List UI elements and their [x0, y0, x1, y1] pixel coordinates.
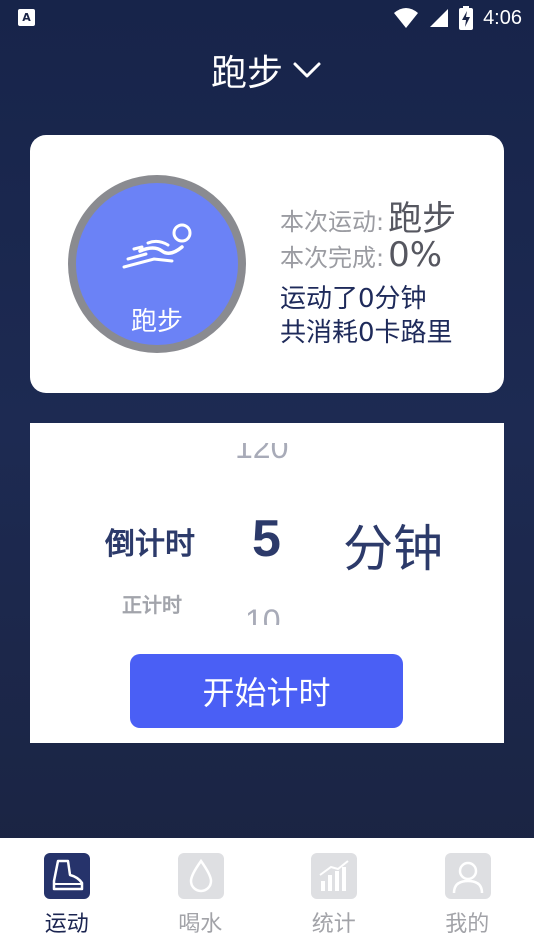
- mode-option-countup[interactable]: 正计时: [122, 589, 182, 618]
- ring-center: 跑步: [76, 183, 238, 345]
- status-right: 4:06: [393, 6, 522, 30]
- complete-value: 0%: [388, 235, 443, 275]
- number-below-label: 10: [245, 603, 281, 625]
- app-notification-icon: A: [18, 9, 35, 26]
- complete-row: 本次完成: 0%: [280, 235, 500, 279]
- number-option-above[interactable]: 120: [235, 443, 315, 467]
- nav-item-sport[interactable]: 运动: [0, 838, 134, 950]
- wifi-icon: [394, 8, 419, 28]
- nav-item-water[interactable]: 喝水: [134, 838, 268, 950]
- number-above-label: 120: [235, 443, 289, 465]
- timer-picker-card: 倒计时 正计时 120 5 10 分钟 开始计时: [30, 423, 504, 743]
- duration-text: 运动了0分钟: [280, 284, 427, 314]
- page-title: 跑步: [210, 53, 283, 94]
- status-time: 4:06: [483, 6, 522, 29]
- info-lines: 本次运动: 跑步 本次完成: 0%: [280, 191, 500, 279]
- start-timer-button[interactable]: 开始计时: [130, 654, 403, 728]
- complete-key: 本次完成:: [280, 244, 385, 272]
- nav-label-stats: 统计: [311, 912, 356, 937]
- number-option-selected[interactable]: 5: [252, 509, 281, 569]
- sport-shoe-icon: [44, 853, 90, 899]
- battery-charging-icon: [459, 6, 474, 30]
- status-bar: A 4:06: [0, 0, 534, 36]
- unit-label: 分钟: [343, 520, 443, 578]
- water-drop-icon: [177, 853, 224, 899]
- bar-chart-icon: [311, 853, 357, 899]
- progress-ring: 跑步: [68, 175, 246, 353]
- number-option-below[interactable]: 10: [245, 603, 315, 625]
- calorie-text: 共消耗0卡路里: [280, 318, 453, 348]
- nav-label-water: 喝水: [178, 912, 223, 937]
- sport-row: 本次运动: 跑步: [280, 191, 500, 239]
- sport-key: 本次运动:: [280, 208, 385, 236]
- bottom-nav: 运动 喝水 统计 我的: [0, 838, 534, 950]
- user-icon: [444, 853, 491, 899]
- exercise-info-card: 跑步 本次运动: 跑步 本次完成: 0% 运动了0分钟 共消耗0卡路里: [30, 135, 504, 393]
- mode-option-countdown[interactable]: 倒计时: [105, 519, 195, 563]
- signal-icon: [430, 9, 449, 27]
- nav-label-sport: 运动: [44, 912, 89, 937]
- nav-label-mine: 我的: [445, 912, 490, 937]
- nav-item-stats[interactable]: 统计: [267, 838, 401, 950]
- chevron-down-icon: [293, 62, 321, 78]
- ring-label: 跑步: [130, 307, 183, 337]
- nav-item-mine[interactable]: 我的: [401, 838, 534, 950]
- runner-icon: [122, 223, 192, 269]
- sport-selector[interactable]: 跑步: [0, 45, 534, 95]
- sport-value: 跑步: [388, 199, 457, 239]
